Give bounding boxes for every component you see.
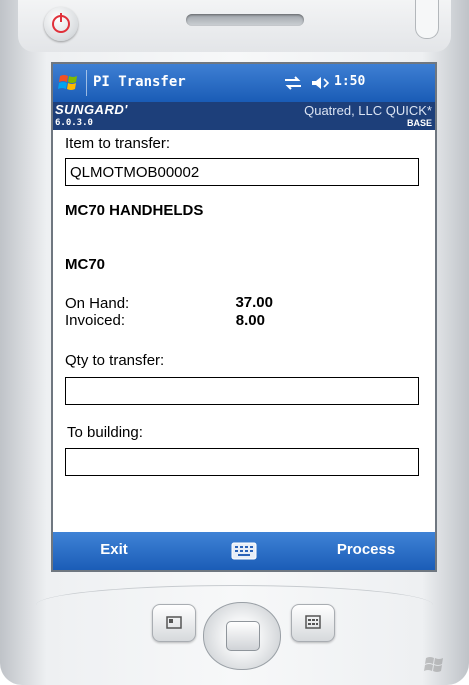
device-shell: PI Transfer 1:50 SUNGARD' Quatred, LLC Q… [0,0,469,685]
company-name: Quatred, LLC QUICK* [304,103,432,118]
clock[interactable]: 1:50 [334,74,365,89]
calendar-icon [305,615,321,629]
stylus-slot [415,0,439,39]
item-model: MC70 [65,256,106,273]
item-to-transfer-label: Item to transfer: [65,135,171,152]
to-building-label: To building: [67,424,143,441]
title-bar: PI Transfer 1:50 [53,64,435,102]
transfer-form: Item to transfer: MC70 HANDHELDS MC70 On… [53,130,435,532]
brand-bar: SUNGARD' Quatred, LLC QUICK* [53,102,435,118]
dpad-icon[interactable] [203,602,281,670]
to-building-input[interactable] [65,448,419,476]
version-bar: 6.0.3.0 BASE [53,118,435,130]
contact-card-icon [166,616,182,629]
power-icon[interactable] [44,7,78,41]
environment-label: BASE [406,118,432,128]
exit-button[interactable]: Exit [79,541,149,558]
title-separator [86,70,87,96]
volume-icon[interactable] [310,75,332,91]
qty-to-transfer-label: Qty to transfer: [65,352,165,369]
dpad-center-button[interactable] [226,621,260,651]
windows-logo-mark-icon [424,657,443,672]
on-hand-value: 37.00 [235,294,273,311]
sync-icon[interactable] [282,75,304,91]
keyboard-icon[interactable] [231,541,257,561]
screen: PI Transfer 1:50 SUNGARD' Quatred, LLC Q… [51,62,437,572]
on-hand-label: On Hand: [65,295,130,312]
speaker-grille [186,14,304,26]
invoiced-value: 8.00 [235,312,265,329]
left-softkey-hw-button[interactable] [152,604,196,642]
qty-to-transfer-input[interactable] [65,377,419,405]
device-top-bezel [18,0,451,52]
process-button[interactable]: Process [321,541,411,558]
windows-flag-icon[interactable] [57,71,83,95]
app-title: PI Transfer [93,74,186,90]
version-label: 6.0.3.0 [55,118,93,128]
item-to-transfer-input[interactable] [65,158,419,186]
item-description: MC70 HANDHELDS [65,202,204,219]
brand-logo: SUNGARD' [55,102,128,117]
right-softkey-hw-button[interactable] [291,604,335,642]
softkey-bar: Exit Process [53,532,435,570]
invoiced-label: Invoiced: [65,312,126,329]
